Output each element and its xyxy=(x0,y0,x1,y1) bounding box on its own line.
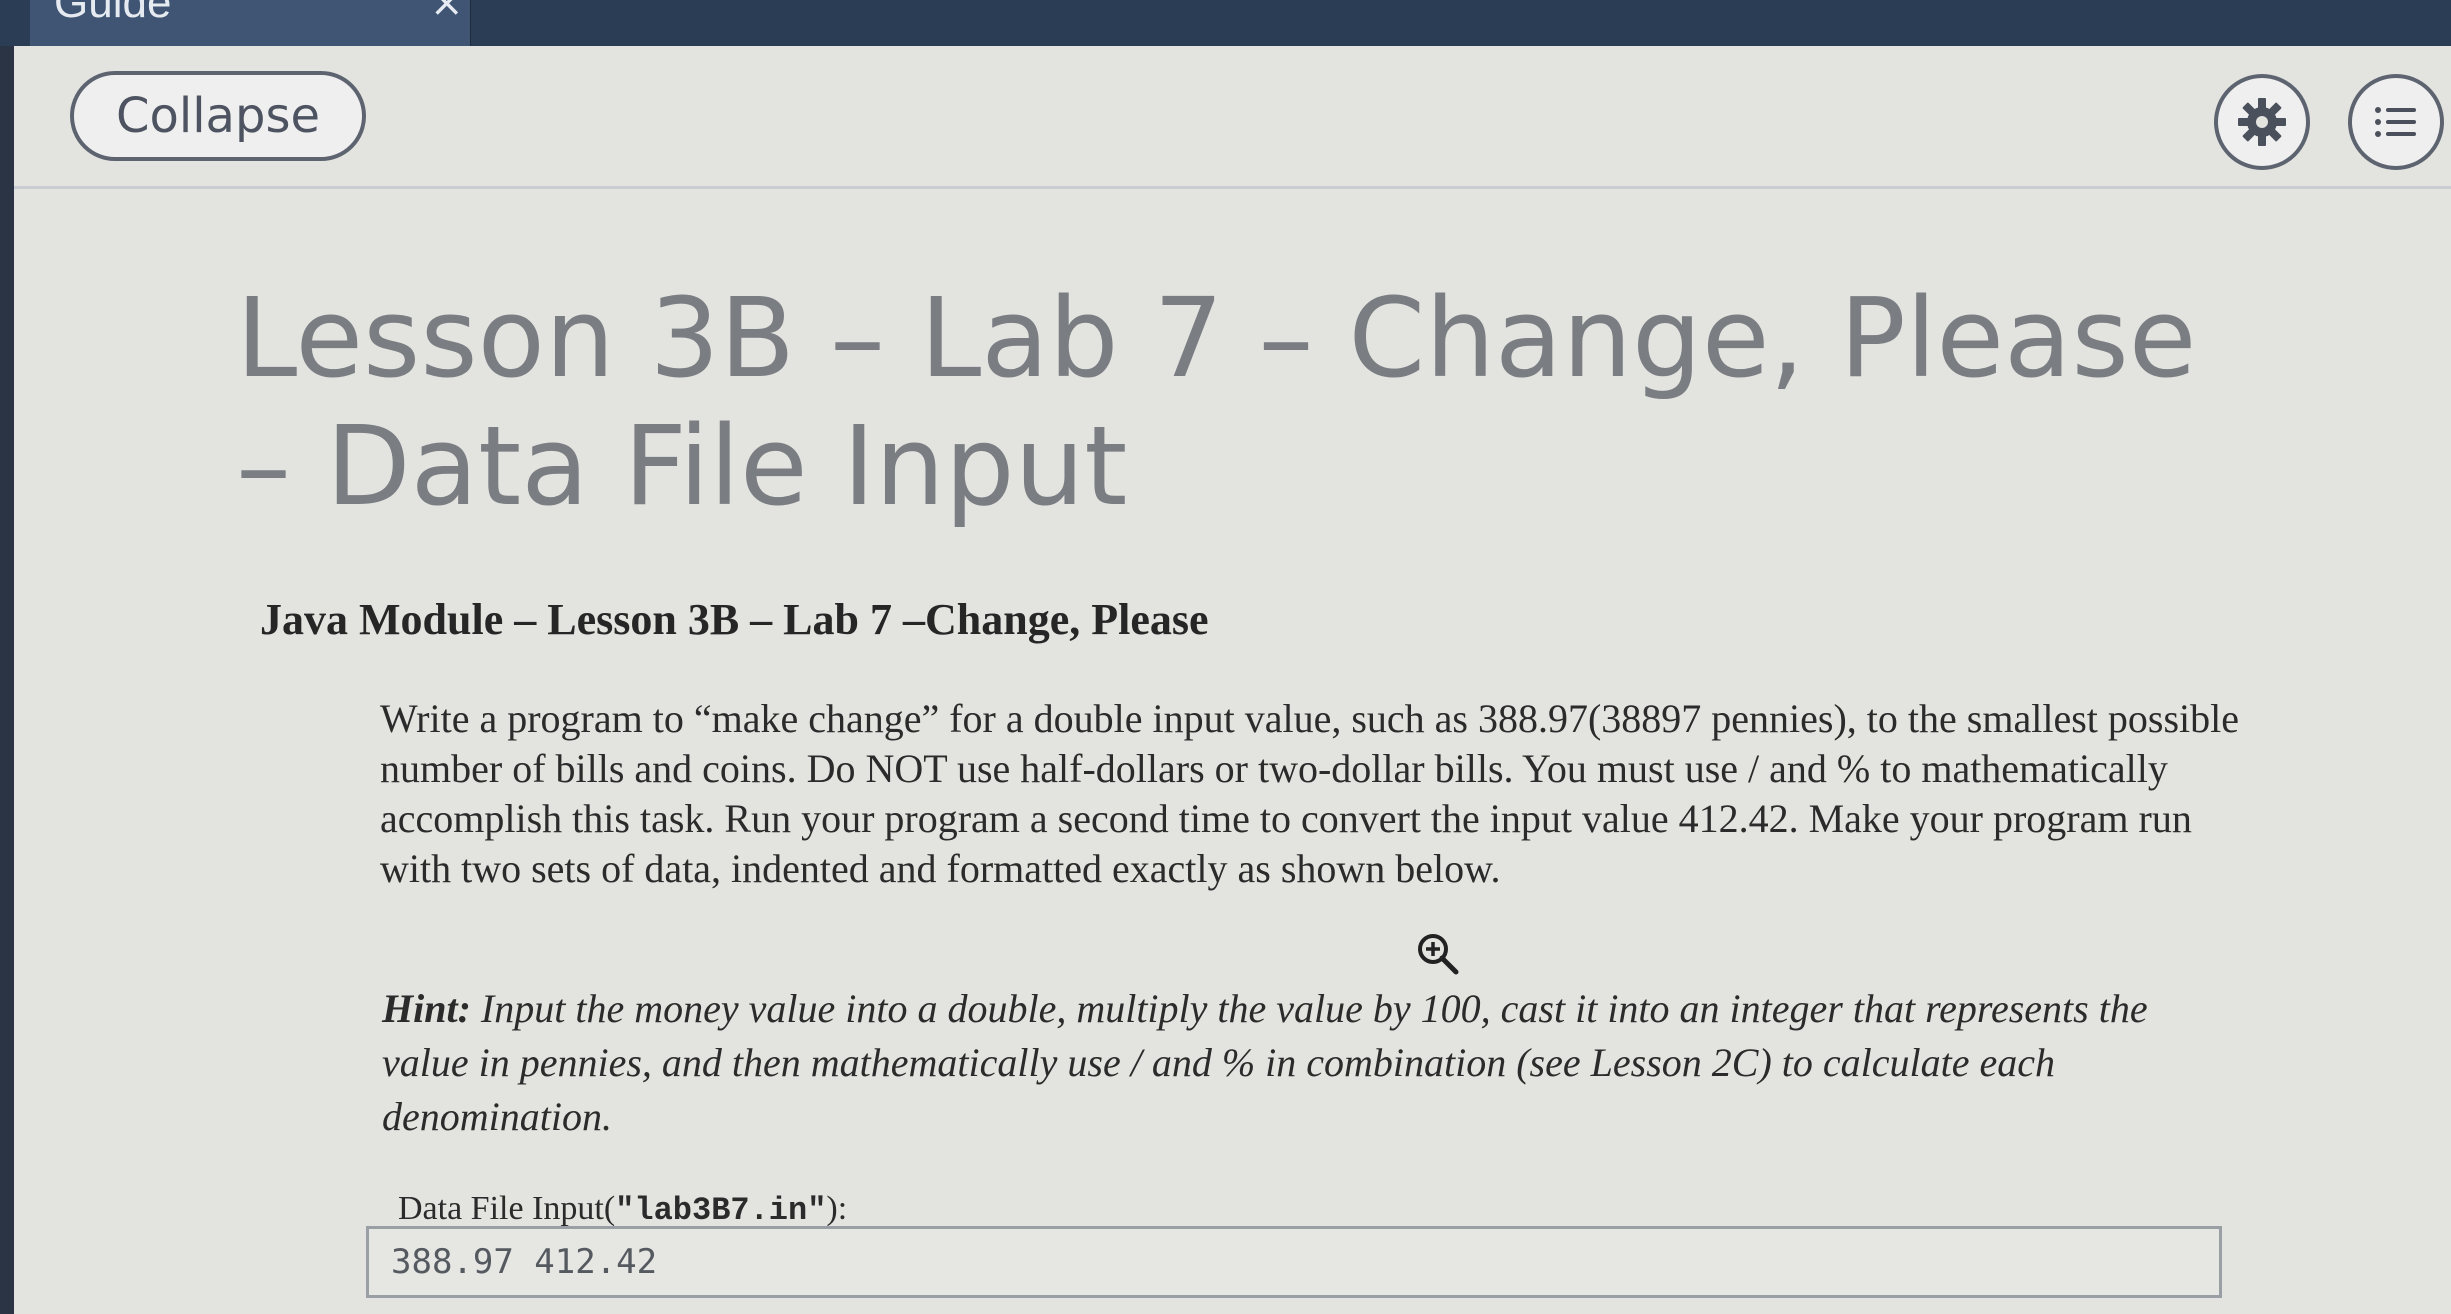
guide-toolbar: Collapse xyxy=(14,46,2451,189)
left-edge xyxy=(0,46,14,1314)
window-top-bar: Guide × xyxy=(0,0,2451,46)
tab-title: Guide xyxy=(54,0,172,27)
screen: Guide × Collapse Lesson 3B – Lab 7 – Cha… xyxy=(0,0,2451,1314)
data-file-name: "lab3B7.in" xyxy=(615,1192,827,1229)
hint-label: Hint: xyxy=(382,986,471,1031)
menu-button[interactable] xyxy=(2348,74,2444,170)
settings-button[interactable] xyxy=(2214,74,2310,170)
guide-panel: Collapse Lesson 3B – Lab 7 – Change, Ple… xyxy=(14,46,2451,1314)
data-file-label-suffix: ): xyxy=(826,1190,848,1227)
hint-text: Input the money value into a double, mul… xyxy=(382,986,2148,1139)
list-icon xyxy=(2375,107,2416,137)
data-file-label-prefix: Data File Input( xyxy=(398,1190,616,1227)
hint-paragraph: Hint: Input the money value into a doubl… xyxy=(382,982,2242,1144)
page-title: Lesson 3B – Lab 7 – Change, Please – Dat… xyxy=(236,274,2197,530)
module-heading: Java Module – Lesson 3B – Lab 7 –Change,… xyxy=(260,595,1209,644)
tab-close-icon[interactable]: × xyxy=(430,0,464,26)
collapse-button[interactable]: Collapse xyxy=(70,71,366,161)
zoom-in-icon[interactable] xyxy=(1416,932,1460,981)
assignment-description: Write a program to “make change” for a d… xyxy=(380,696,2239,891)
data-file-label: Data File Input("lab3B7.in"): xyxy=(398,1190,847,1229)
guide-tab[interactable]: Guide × xyxy=(30,0,471,46)
guide-content: Lesson 3B – Lab 7 – Change, Please – Dat… xyxy=(14,186,2451,1314)
data-file-contents: 388.97 412.42 xyxy=(366,1226,2222,1298)
gear-icon xyxy=(2238,98,2286,146)
